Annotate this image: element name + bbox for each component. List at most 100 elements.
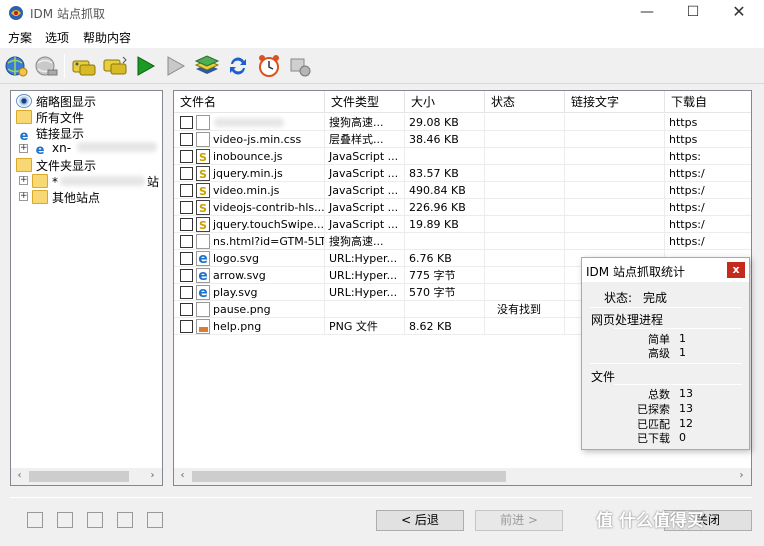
row-checkbox[interactable] [180,167,193,180]
row-checkbox[interactable] [180,218,193,231]
row-checkbox[interactable] [180,150,193,163]
start-play-icon[interactable] [132,52,160,80]
scroll-left-arrow[interactable]: ‹ [11,468,28,485]
explored-value: 13 [679,402,693,415]
table-row[interactable]: videojs-contrib-hls....JavaScript ...226… [174,199,751,216]
from-cell: https:/ [665,199,751,216]
menu-options[interactable]: 选项 [45,29,69,46]
ie-file-icon: e [196,285,210,300]
size-cell: 29.08 KB [405,114,485,131]
explored-label: 已探索 [637,403,670,416]
type-cell: JavaScript ... [325,165,405,182]
menu-bar: 方案 选项 帮助内容 [0,26,764,48]
row-checkbox[interactable] [180,235,193,248]
filename-cell: video.min.js [174,182,325,199]
column-header-filetype[interactable]: 文件类型 [325,91,405,113]
from-cell: https:/ [665,216,751,233]
link-cell [565,233,665,250]
expand-toggle[interactable]: + [19,176,28,185]
js-file-icon [196,200,210,215]
download-all-icon[interactable] [101,52,129,80]
expand-toggle[interactable]: + [19,192,28,201]
filename-text: logo.svg [213,252,260,265]
tree-item-label: xn- [52,141,72,155]
close-button[interactable]: ✕ [716,0,762,26]
list-horizontal-scrollbar[interactable]: ‹ › [174,468,751,485]
row-checkbox[interactable] [180,201,193,214]
type-cell: URL:Hyper... [325,267,405,284]
filename-text: videojs-contrib-hls.... [213,201,325,214]
globe-connect-icon[interactable] [2,52,30,80]
scrollbar-thumb[interactable] [29,471,129,482]
refresh-icon[interactable] [224,52,252,80]
toolbar [0,48,764,84]
row-checkbox[interactable] [180,320,193,333]
row-checkbox[interactable] [180,116,193,129]
tree-item-site-folder[interactable]: * 站 [32,173,159,189]
stop-play-icon[interactable] [162,52,190,80]
table-row[interactable]: 搜狗高速... 29.08 KB https [174,114,751,131]
column-header-size[interactable]: 大小 [405,91,485,113]
tree-item-thumbnail-view[interactable]: 缩略图显示 [16,93,96,109]
filename-cell [174,114,325,131]
menu-scheme[interactable]: 方案 [8,29,32,46]
next-button[interactable]: 前进 > [475,510,563,531]
globe-disconnect-icon[interactable] [32,52,60,80]
size-cell: 490.84 KB [405,182,485,199]
table-row[interactable]: jquery.min.js JavaScript ...83.57 KB https… [174,165,751,182]
size-cell: 6.76 KB [405,250,485,267]
column-header-filename[interactable]: 文件名 [174,91,325,113]
row-checkbox[interactable] [180,286,193,299]
scroll-right-arrow[interactable]: › [144,468,161,485]
view-tree-panel[interactable]: 缩略图显示 所有文件 e 链接显示 + e xn- 文件夹显示 + * 站 + 其他站… [10,90,163,486]
tree-item-site-link[interactable]: e xn- [32,141,158,158]
menu-help[interactable]: 帮助内容 [83,29,131,46]
eye-icon [16,94,32,108]
expand-toggle[interactable]: + [19,144,28,153]
scrollbar-thumb[interactable] [192,471,506,482]
status-cell [485,284,565,301]
tree-item-label: 文件夹显示 [36,159,97,173]
scroll-left-arrow[interactable]: ‹ [174,468,191,485]
popup-title-bar: IDM 站点抓取统计 x [582,258,749,282]
column-header-source[interactable]: 下载自 [665,91,751,113]
back-button[interactable]: < 后退 [376,510,464,531]
filename-text: jquery.touchSwipe.... [213,218,325,231]
table-row[interactable]: jquery.touchSwipe....JavaScript ...19.89… [174,216,751,233]
queue-stack-icon[interactable] [193,52,221,80]
table-row[interactable]: video-js.min.css 层叠样式... 38.46 KB https [174,131,751,148]
download-files-icon[interactable] [70,52,98,80]
maximize-button[interactable]: ☐ [670,0,716,26]
status-box [117,512,133,528]
link-cell [565,199,665,216]
tree-horizontal-scrollbar[interactable]: ‹ › [11,468,162,485]
scroll-right-arrow[interactable]: › [733,468,750,485]
tree-item-link-view[interactable]: e 链接显示 [16,125,84,144]
row-checkbox[interactable] [180,269,193,282]
table-row[interactable]: video.min.js JavaScript ...490.84 KB https… [174,182,751,199]
row-checkbox[interactable] [180,184,193,197]
popup-close-button[interactable]: x [727,262,745,278]
scheduler-clock-icon[interactable] [255,52,283,80]
tree-item-other-sites[interactable]: 其他站点 [32,189,100,205]
filename-cell: ns.html?id=GTM-5LT... [174,233,325,250]
status-box [87,512,103,528]
column-header-status[interactable]: 状态 [485,91,565,113]
tree-item-folder-view[interactable]: 文件夹显示 [16,157,96,173]
table-row[interactable]: ns.html?id=GTM-5LT... 搜狗高速... https:/ [174,233,751,250]
folder-icon [32,190,48,204]
js-file-icon [196,149,210,164]
filename-cell: e logo.svg [174,250,325,267]
table-row[interactable]: inobounce.js JavaScript ... https: [174,148,751,165]
row-checkbox[interactable] [180,133,193,146]
row-checkbox[interactable] [180,303,193,316]
minimize-button[interactable]: — [624,0,670,26]
column-header-link-text[interactable]: 链接文字 [565,91,665,113]
filename-cell: help.png [174,318,325,335]
settings-icon[interactable] [286,52,314,80]
folder-icon [16,110,32,124]
row-checkbox[interactable] [180,252,193,265]
filename-cell: video-js.min.css [174,131,325,148]
status-cell [485,182,565,199]
tree-item-all-files[interactable]: 所有文件 [16,109,84,125]
